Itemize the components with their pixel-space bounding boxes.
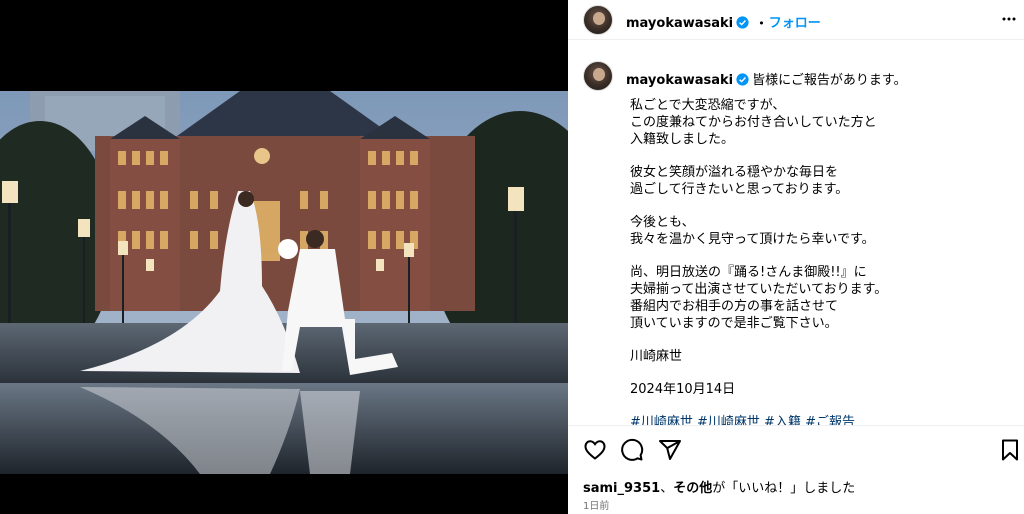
avatar[interactable] (583, 61, 613, 91)
caption-intro: 皆様にご報告があります。 (752, 73, 907, 88)
caption-line: 我々を温かく見守って頂けたら幸いです。 (630, 232, 875, 247)
header-user-line: mayokawasaki • フォロー (626, 12, 821, 31)
caption-line: 頂いていますので是非ご覧下さい。 (630, 316, 838, 331)
caption-line: 過ごして行きたいと思っております。 (630, 182, 849, 197)
caption-line: 川崎麻世 (630, 349, 683, 364)
caption-hashtags[interactable]: #川崎麻世 #川崎麻世 #入籍 #ご報告 (630, 414, 1010, 425)
caption-paragraph: 私ごとで大変恐縮ですが、 この度兼ねてからお付き合いしていた方と 入籍致しました… (630, 97, 1010, 148)
caption-paragraph: 彼女と笑顔が溢れる穏やかな毎日を 過ごして行きたいと思っております。 (630, 164, 1010, 198)
share-icon[interactable] (658, 438, 682, 462)
caption-paragraph: 尚、明日放送の『踊る!さんま御殿!!』に 夫婦揃って出演させていただいております… (630, 264, 1010, 332)
heart-icon[interactable] (583, 438, 607, 462)
caption-date: 2024年10月14日 (630, 381, 1010, 398)
caption-line: 彼女と笑顔が溢れる穏やかな毎日を (630, 165, 839, 180)
caption-line: 入籍致しました。 (630, 132, 735, 147)
follow-button[interactable]: フォロー (769, 16, 821, 31)
caption-head: mayokawasaki 皆様にご報告があります。 (626, 69, 907, 88)
post-header: mayokawasaki • フォロー (568, 0, 1024, 40)
likes-summary: sami_9351、その他が「いいね！」しました (583, 477, 855, 496)
caption-line: 尚、明日放送の『踊る!さんま御殿!!』に (630, 265, 867, 280)
caption-body: 私ごとで大変恐縮ですが、 この度兼ねてからお付き合いしていた方と 入籍致しました… (630, 97, 1010, 425)
likes-separator: 、 (660, 481, 674, 496)
likes-suffix: が「いいね！」しました (712, 481, 856, 496)
likes-others-link[interactable]: その他 (673, 481, 712, 496)
post-actions: sami_9351、その他が「いいね！」しました 1日前 (568, 425, 1024, 514)
username-link[interactable]: mayokawasaki (626, 16, 733, 31)
post-caption: mayokawasaki 皆様にご報告があります。 私ごとで大変恐縮ですが、 この… (568, 49, 1024, 425)
caption-line: 夫婦揃って出演させていただいております。 (630, 282, 888, 297)
caption-line: 私ごとで大変恐縮ですが、 (630, 98, 786, 113)
caption-line: 番組内でお相手の方の事を話させて (630, 299, 839, 314)
verified-badge-icon (736, 16, 749, 29)
wedding-photo-illustration (0, 91, 568, 474)
caption-line: この度兼ねてからお付き合いしていた方と (630, 115, 877, 130)
avatar[interactable] (583, 5, 613, 35)
bookmark-icon[interactable] (998, 438, 1022, 462)
more-options-icon[interactable] (1001, 12, 1017, 26)
caption-line: 2024年10月14日 (630, 382, 736, 397)
post-timestamp[interactable]: 1日前 (583, 497, 609, 512)
caption-paragraph: 今後とも、 我々を温かく見守って頂けたら幸いです。 (630, 214, 1010, 248)
post-photo[interactable] (0, 91, 568, 474)
comment-icon[interactable] (620, 438, 644, 462)
caption-line: 今後とも、 (630, 215, 695, 230)
username-link[interactable]: mayokawasaki (626, 73, 733, 88)
header-separator: • (758, 17, 765, 30)
verified-badge-icon (736, 73, 749, 86)
post-side-panel: mayokawasaki • フォロー mayokawasaki 皆様にご報告があり… (568, 0, 1024, 514)
caption-signature: 川崎麻世 (630, 348, 1010, 365)
post-media-panel (0, 0, 568, 514)
liked-by-user[interactable]: sami_9351 (583, 481, 660, 496)
